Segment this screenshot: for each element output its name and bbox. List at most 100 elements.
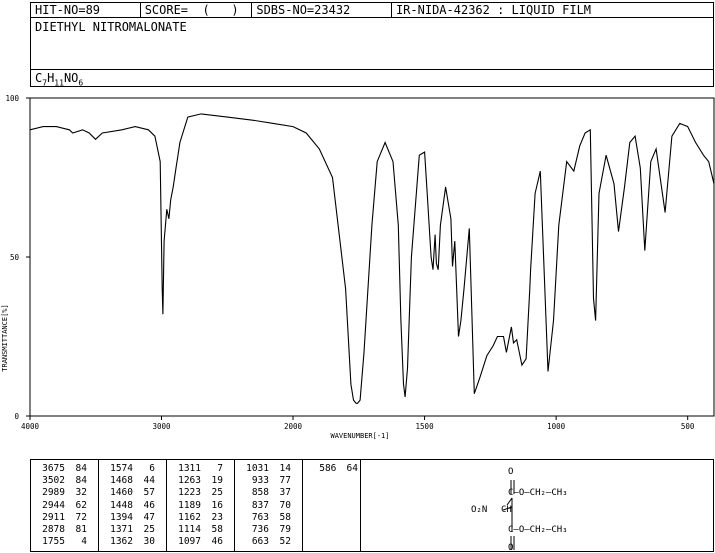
peak-wavenumber: 3675 xyxy=(42,463,65,474)
peak-wavenumber: 1263 xyxy=(178,475,201,487)
x-tick-label: 1000 xyxy=(547,422,566,431)
y-tick-label: 50 xyxy=(10,253,20,262)
peak-transmittance: 32 xyxy=(75,487,87,499)
peak-row: 2989 32 xyxy=(31,487,98,499)
peak-transmittance: 46 xyxy=(211,536,223,548)
peak-row: 2944 62 xyxy=(31,500,98,512)
peak-row: 933 77 xyxy=(235,475,302,487)
peak-wavenumber: 2878 xyxy=(42,524,65,536)
peak-row: 3502 84 xyxy=(31,475,98,487)
peak-wavenumber: 2911 xyxy=(42,511,65,523)
methine: CH xyxy=(501,505,512,515)
oxygen-top: O xyxy=(508,467,513,477)
peak-wavenumber: 3502 xyxy=(42,475,65,487)
peak-wavenumber: 1371 xyxy=(110,524,133,536)
x-tick-label: 2000 xyxy=(284,422,303,431)
peak-transmittance: 46 xyxy=(143,499,155,511)
y-axis-label: TRANSMITTANCE[%] xyxy=(1,304,9,371)
peak-wavenumber: 1311 xyxy=(178,463,201,474)
x-tick-label: 1500 xyxy=(416,422,435,431)
peak-transmittance: 14 xyxy=(279,463,291,474)
peak-wavenumber: 1755 xyxy=(42,536,65,548)
peak-transmittance: 44 xyxy=(143,475,155,487)
structure-diagram: O C—O—CH₂—CH₃ O₂N CH C—O—CH₂—CH₃ O xyxy=(471,467,568,551)
peak-wavenumber: 1448 xyxy=(110,499,133,511)
peak-row: 1574 6 xyxy=(99,463,166,475)
x-axis-label: WAVENUMBER[-1] xyxy=(330,432,389,440)
formula-box: C7H11NO6 xyxy=(30,69,714,87)
peak-row: 736 79 xyxy=(235,524,302,536)
peak-transmittance: 23 xyxy=(211,511,223,523)
peak-wavenumber: 763 xyxy=(251,511,269,523)
peak-transmittance: 16 xyxy=(211,499,223,511)
peak-row: 663 52 xyxy=(235,536,302,548)
peak-wavenumber: 2944 xyxy=(42,499,65,511)
peak-column: 3675 84 3502 84 2989 32 2944 62 2911 72 2878 81 1755… xyxy=(31,460,99,551)
peak-column: 1574 6 1468 44 1460 57 1448 46 1394 47 1371 25 1362 3… xyxy=(99,460,167,551)
peak-wavenumber: 1114 xyxy=(178,524,201,536)
ester-group-top: C—O—CH₂—CH₃ xyxy=(508,488,568,498)
peak-row: 858 37 xyxy=(235,487,302,499)
y-tick-label: 0 xyxy=(14,412,19,421)
peak-wavenumber: 1189 xyxy=(178,499,201,511)
peak-row: 1223 25 xyxy=(167,487,234,499)
peak-transmittance: 57 xyxy=(143,487,155,499)
x-tick-label: 500 xyxy=(681,422,695,431)
peak-column: 1031 14 933 77 858 37 837 70 763 58 736 79 663 52 xyxy=(235,460,303,551)
peak-row: 1162 23 xyxy=(167,512,234,524)
peak-row: 1097 46 xyxy=(167,536,234,548)
peak-row: 1468 44 xyxy=(99,475,166,487)
peak-transmittance: 6 xyxy=(149,463,155,474)
nitro-group: O₂N xyxy=(471,505,487,515)
peak-row: 1394 47 xyxy=(99,512,166,524)
peak-transmittance: 19 xyxy=(211,475,223,487)
peak-wavenumber: 1031 xyxy=(246,463,269,474)
peak-transmittance: 77 xyxy=(279,475,291,487)
peak-transmittance: 84 xyxy=(75,475,87,487)
peak-wavenumber: 858 xyxy=(251,487,269,499)
y-tick-label: 100 xyxy=(5,94,19,103)
peak-wavenumber: 1097 xyxy=(178,536,201,548)
peak-wavenumber: 663 xyxy=(251,536,269,548)
peak-row: 1263 19 xyxy=(167,475,234,487)
peak-transmittance: 58 xyxy=(211,524,223,536)
score: SCORE= ( ) xyxy=(141,3,253,17)
peak-row: 2911 72 xyxy=(31,512,98,524)
peak-transmittance: 52 xyxy=(279,536,291,548)
peak-wavenumber: 586 xyxy=(319,463,337,474)
spectrum-line xyxy=(29,113,715,404)
peak-wavenumber: 1460 xyxy=(110,487,133,499)
peak-transmittance: 47 xyxy=(143,511,155,523)
peak-wavenumber: 1362 xyxy=(110,536,133,548)
peak-column: 1311 7 1263 19 1223 25 1189 16 1162 23 1114 58 1097 4… xyxy=(167,460,235,551)
oxygen-bottom: O xyxy=(508,543,513,551)
peak-transmittance: 4 xyxy=(81,536,87,548)
peak-transmittance: 62 xyxy=(75,499,87,511)
peak-row: 3675 84 xyxy=(31,463,98,475)
peak-row: 1448 46 xyxy=(99,500,166,512)
peak-row: 1755 4 xyxy=(31,536,98,548)
header-bar: HIT-NO=89 SCORE= ( ) SDBS-NO=23432 IR-NI… xyxy=(30,2,714,18)
peak-transmittance: 25 xyxy=(211,487,223,499)
peak-wavenumber: 1574 xyxy=(110,463,133,474)
compound-name-box: DIETHYL NITROMALONATE xyxy=(30,17,714,70)
molecular-formula: C7H11NO6 xyxy=(35,71,84,88)
peak-row: 1031 14 xyxy=(235,463,302,475)
x-tick-label: 3000 xyxy=(152,422,171,431)
peak-table: 3675 84 3502 84 2989 32 2944 62 2911 72 2878 81 1755… xyxy=(30,459,714,552)
peak-row: 1460 57 xyxy=(99,487,166,499)
ester-group-bottom: C—O—CH₂—CH₃ xyxy=(508,525,568,535)
peak-transmittance: 84 xyxy=(75,463,87,474)
peak-wavenumber: 1162 xyxy=(178,511,201,523)
peak-transmittance: 25 xyxy=(143,524,155,536)
peak-wavenumber: 933 xyxy=(251,475,269,487)
x-tick-label: 4000 xyxy=(21,422,40,431)
peak-row: 1114 58 xyxy=(167,524,234,536)
peak-transmittance: 72 xyxy=(75,511,87,523)
peak-wavenumber: 1223 xyxy=(178,487,201,499)
peak-wavenumber: 736 xyxy=(251,524,269,536)
ir-spectrum-chart: 4000 3000 2000 1500 1000 500100500 WAVENUMBER… xyxy=(1,94,715,440)
peak-wavenumber: 1394 xyxy=(110,511,133,523)
peak-wavenumber: 1468 xyxy=(110,475,133,487)
peak-row: 2878 81 xyxy=(31,524,98,536)
